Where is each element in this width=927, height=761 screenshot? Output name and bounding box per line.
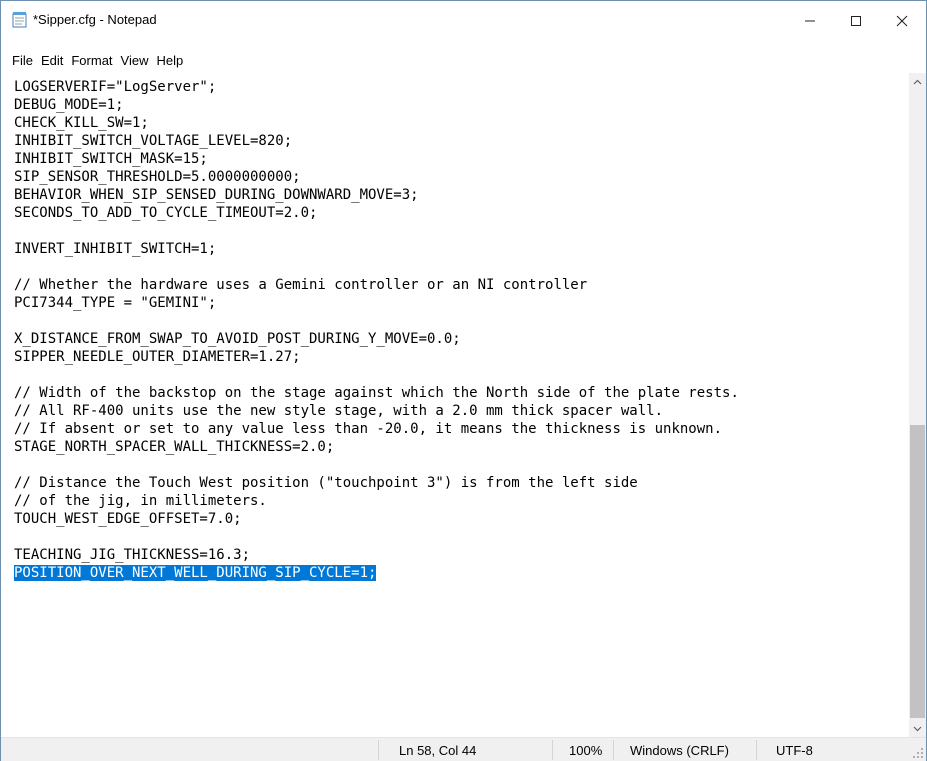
editor-line[interactable]: INHIBIT_SWITCH_MASK=15; [14, 150, 739, 168]
status-encoding: UTF-8 [776, 742, 813, 758]
chevron-down-icon [913, 726, 922, 731]
menu-view[interactable]: View [121, 53, 149, 68]
editor-line[interactable]: // Distance the Touch West position ("to… [14, 474, 739, 492]
editor-line[interactable] [14, 456, 739, 474]
status-separator [756, 740, 757, 760]
close-icon [896, 15, 908, 27]
maximize-icon [851, 16, 861, 26]
line-text: // Distance the Touch West position ("to… [14, 475, 638, 491]
status-separator [552, 740, 553, 760]
status-line-ending: Windows (CRLF) [630, 742, 729, 758]
window-title: *Sipper.cfg - Notepad [33, 12, 157, 27]
editor-line[interactable] [14, 528, 739, 546]
line-text: SECONDS_TO_ADD_TO_CYCLE_TIMEOUT=2.0; [14, 205, 318, 221]
chevron-up-icon [913, 79, 922, 84]
status-separator [613, 740, 614, 760]
minimize-button[interactable] [787, 1, 833, 41]
status-bar: Ln 58, Col 44 100% Windows (CRLF) UTF-8 [1, 737, 926, 761]
editor-line[interactable]: INVERT_INHIBIT_SWITCH=1; [14, 240, 739, 258]
line-text: STAGE_NORTH_SPACER_WALL_THICKNESS=2.0; [14, 439, 335, 455]
editor-line[interactable] [14, 366, 739, 384]
notepad-window: *Sipper.cfg - Notepad File Edit Format V… [0, 0, 927, 761]
editor-line[interactable]: DEBUG_MODE=1; [14, 96, 739, 114]
line-text: CHECK_KILL_SW=1; [14, 115, 149, 131]
editor-line[interactable]: SIP_SENSOR_THRESHOLD=5.0000000000; [14, 168, 739, 186]
line-text: POSITION_OVER_NEXT_WELL_DURING_SIP_CYCLE… [14, 565, 377, 581]
editor-line[interactable]: // Width of the backstop on the stage ag… [14, 384, 739, 402]
status-zoom: 100% [569, 742, 603, 758]
editor-line[interactable]: // All RF-400 units use the new style st… [14, 402, 739, 420]
scroll-down-button[interactable] [909, 720, 926, 737]
text-editor[interactable]: LOGSERVERIF="LogServer"; DEBUG_MODE=1; CHE… [1, 73, 909, 737]
line-text: PCI7344_TYPE = "GEMINI"; [14, 295, 217, 311]
line-text: TEACHING_JIG_THICKNESS=16.3; [14, 547, 251, 563]
line-text: SIP_SENSOR_THRESHOLD=5.0000000000; [14, 169, 301, 185]
editor-line[interactable]: TOUCH_WEST_EDGE_OFFSET=7.0; [14, 510, 739, 528]
menu-bar: File Edit Format View Help [1, 49, 926, 71]
minimize-icon [805, 20, 815, 22]
editor-line[interactable]: STAGE_NORTH_SPACER_WALL_THICKNESS=2.0; [14, 438, 739, 456]
editor-line[interactable]: CHECK_KILL_SW=1; [14, 114, 739, 132]
line-text: LOGSERVERIF="LogServer"; [14, 79, 217, 95]
editor-line[interactable]: INHIBIT_SWITCH_VOLTAGE_LEVEL=820; [14, 132, 739, 150]
editor-line[interactable]: X_DISTANCE_FROM_SWAP_TO_AVOID_POST_DURIN… [14, 330, 739, 348]
editor-line[interactable]: // If absent or set to any value less th… [14, 420, 739, 438]
title-bar[interactable]: *Sipper.cfg - Notepad [1, 1, 926, 41]
status-separator [378, 740, 379, 760]
resize-grip-icon[interactable] [912, 747, 924, 759]
menu-help[interactable]: Help [156, 53, 183, 68]
scroll-thumb[interactable] [910, 425, 925, 718]
editor-line[interactable]: // of the jig, in millimeters. [14, 492, 739, 510]
line-text: TOUCH_WEST_EDGE_OFFSET=7.0; [14, 511, 242, 527]
line-text: SIPPER_NEEDLE_OUTER_DIAMETER=1.27; [14, 349, 301, 365]
vertical-scrollbar[interactable] [909, 73, 926, 737]
menu-file[interactable]: File [12, 53, 33, 68]
line-text: INVERT_INHIBIT_SWITCH=1; [14, 241, 217, 257]
line-text: // of the jig, in millimeters. [14, 493, 267, 509]
editor-line[interactable]: // Whether the hardware uses a Gemini co… [14, 276, 739, 294]
notepad-icon [11, 11, 28, 28]
editor-line[interactable]: SECONDS_TO_ADD_TO_CYCLE_TIMEOUT=2.0; [14, 204, 739, 222]
line-text: // Whether the hardware uses a Gemini co… [14, 277, 588, 293]
editor-line[interactable]: BEHAVIOR_WHEN_SIP_SENSED_DURING_DOWNWARD… [14, 186, 739, 204]
maximize-button[interactable] [833, 1, 879, 41]
status-cursor-position: Ln 58, Col 44 [399, 742, 477, 758]
line-text: // Width of the backstop on the stage ag… [14, 385, 739, 401]
line-text: INHIBIT_SWITCH_MASK=15; [14, 151, 208, 167]
line-text: // All RF-400 units use the new style st… [14, 403, 664, 419]
editor-content[interactable]: LOGSERVERIF="LogServer"; DEBUG_MODE=1; CHE… [14, 78, 739, 582]
line-text: X_DISTANCE_FROM_SWAP_TO_AVOID_POST_DURIN… [14, 331, 461, 347]
close-button[interactable] [879, 1, 925, 41]
editor-line[interactable]: LOGSERVERIF="LogServer"; [14, 78, 739, 96]
editor-line[interactable] [14, 222, 739, 240]
menu-format[interactable]: Format [71, 53, 112, 68]
selected-editor-line[interactable]: POSITION_OVER_NEXT_WELL_DURING_SIP_CYCLE… [14, 564, 739, 582]
line-text: INHIBIT_SWITCH_VOLTAGE_LEVEL=820; [14, 133, 293, 149]
editor-line[interactable]: SIPPER_NEEDLE_OUTER_DIAMETER=1.27; [14, 348, 739, 366]
line-text: // If absent or set to any value less th… [14, 421, 723, 437]
editor-line[interactable]: PCI7344_TYPE = "GEMINI"; [14, 294, 739, 312]
editor-line[interactable]: TEACHING_JIG_THICKNESS=16.3; [14, 546, 739, 564]
menu-edit[interactable]: Edit [41, 53, 63, 68]
scroll-up-button[interactable] [909, 73, 926, 90]
editor-line[interactable] [14, 258, 739, 276]
line-text: BEHAVIOR_WHEN_SIP_SENSED_DURING_DOWNWARD… [14, 187, 419, 203]
editor-line[interactable] [14, 312, 739, 330]
line-text: DEBUG_MODE=1; [14, 97, 124, 113]
